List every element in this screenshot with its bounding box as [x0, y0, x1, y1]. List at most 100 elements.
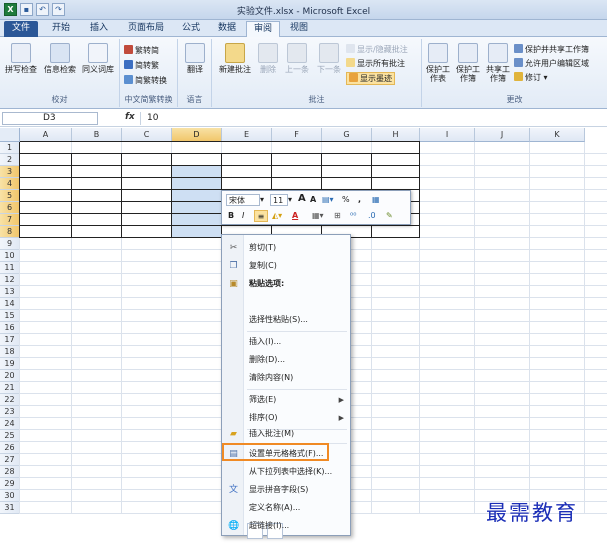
fill-color-icon[interactable]: ◭▾: [272, 210, 282, 222]
tab-page-layout[interactable]: 页面布局: [120, 21, 172, 37]
menu-item-clear[interactable]: 清除内容(N): [222, 369, 350, 387]
row-header-31[interactable]: 31: [0, 502, 20, 514]
chevron-down-icon[interactable]: ▾: [288, 194, 292, 206]
row-header-3[interactable]: 3: [0, 166, 20, 178]
row-header-30[interactable]: 30: [0, 490, 20, 502]
menu-item-hyperlink[interactable]: 🌐 超链接(I)...: [222, 517, 350, 535]
row-header-23[interactable]: 23: [0, 406, 20, 418]
allow-edit-ranges-button[interactable]: 允许用户编辑区域: [514, 58, 589, 69]
show-hide-comment-button[interactable]: 显示/隐藏批注: [346, 44, 408, 55]
column-header-f[interactable]: F: [272, 128, 322, 142]
borders-icon[interactable]: ▦▾: [312, 210, 324, 222]
row-header-13[interactable]: 13: [0, 286, 20, 298]
shrink-font-button[interactable]: A: [310, 194, 316, 206]
new-comment-button[interactable]: 新建批注: [216, 43, 254, 74]
thesaurus-button[interactable]: 同义词库: [80, 43, 116, 74]
column-header-a[interactable]: A: [20, 128, 72, 142]
menu-item-copy[interactable]: ❐ 复制(C): [222, 257, 350, 275]
menu-item-define-name[interactable]: 定义名称(A)...: [222, 499, 350, 517]
column-header-i[interactable]: I: [420, 128, 475, 142]
row-header-28[interactable]: 28: [0, 466, 20, 478]
row-header-26[interactable]: 26: [0, 442, 20, 454]
row-header-18[interactable]: 18: [0, 346, 20, 358]
column-header-d[interactable]: D: [172, 128, 222, 142]
name-box[interactable]: D3: [2, 112, 98, 125]
previous-comment-button[interactable]: 上一条: [282, 43, 312, 74]
spell-check-button[interactable]: 拼写检查: [4, 43, 38, 74]
row-header-4[interactable]: 4: [0, 178, 20, 190]
row-header-19[interactable]: 19: [0, 358, 20, 370]
share-workbook-button[interactable]: 共享工作簿: [484, 43, 512, 83]
row-header-12[interactable]: 12: [0, 274, 20, 286]
font-name-box[interactable]: 宋体: [226, 194, 260, 206]
row-header-25[interactable]: 25: [0, 430, 20, 442]
row-header-24[interactable]: 24: [0, 418, 20, 430]
row-header-20[interactable]: 20: [0, 370, 20, 382]
row-header-9[interactable]: 9: [0, 238, 20, 250]
clear-format-icon[interactable]: ✎: [386, 210, 393, 222]
tab-review[interactable]: 审阅: [246, 21, 280, 37]
percent-button[interactable]: %: [342, 194, 350, 206]
accounting-format-icon[interactable]: ▤▾: [322, 194, 334, 206]
menu-item-paste-special[interactable]: 选择性粘贴(S)...: [222, 311, 350, 329]
chevron-down-icon[interactable]: ▾: [260, 194, 264, 206]
tab-view[interactable]: 视图: [284, 21, 314, 37]
show-all-comments-button[interactable]: 显示所有批注: [346, 58, 405, 69]
row-header-17[interactable]: 17: [0, 334, 20, 346]
column-header-j[interactable]: J: [475, 128, 530, 142]
formula-input[interactable]: 10: [140, 112, 605, 125]
row-header-5[interactable]: 5: [0, 190, 20, 202]
select-all-corner[interactable]: [0, 128, 20, 142]
row-header-29[interactable]: 29: [0, 478, 20, 490]
fx-icon[interactable]: fx: [125, 112, 135, 122]
column-header-k[interactable]: K: [530, 128, 585, 142]
row-header-11[interactable]: 11: [0, 262, 20, 274]
row-header-8[interactable]: 8: [0, 226, 20, 238]
grow-font-button[interactable]: A: [298, 193, 306, 205]
menu-item-phonetic[interactable]: 文显示拼音字段(S): [222, 481, 350, 499]
simp-to-trad-button[interactable]: 简转繁: [124, 60, 159, 71]
row-header-22[interactable]: 22: [0, 394, 20, 406]
protect-workbook-button[interactable]: 保护工作簿: [454, 43, 482, 83]
column-header-h[interactable]: H: [372, 128, 420, 142]
align-center-icon[interactable]: ≡: [254, 210, 268, 222]
tab-insert[interactable]: 插入: [82, 21, 116, 37]
row-header-2[interactable]: 2: [0, 154, 20, 166]
menu-item-pick-list[interactable]: 从下拉列表中选择(K)...: [222, 463, 350, 481]
font-size-box[interactable]: 11: [270, 194, 288, 206]
column-header-c[interactable]: C: [122, 128, 172, 142]
decrease-decimal-icon[interactable]: .0: [368, 210, 376, 222]
italic-button[interactable]: I: [242, 210, 244, 222]
research-button[interactable]: 信息检索: [42, 43, 78, 74]
show-ink-button[interactable]: 显示墨迹: [346, 72, 395, 85]
conversion-button[interactable]: 简繁转换: [124, 75, 167, 86]
menu-item-filter[interactable]: 筛选(E) ▶: [222, 391, 350, 409]
menu-item-insert-comment[interactable]: ▰ 插入批注(M): [222, 425, 350, 443]
row-header-16[interactable]: 16: [0, 322, 20, 334]
tab-file[interactable]: 文件: [4, 21, 38, 37]
row-header-10[interactable]: 10: [0, 250, 20, 262]
protect-sheet-button[interactable]: 保护工作表: [424, 43, 452, 83]
row-header-21[interactable]: 21: [0, 382, 20, 394]
column-header-b[interactable]: B: [72, 128, 122, 142]
row-header-15[interactable]: 15: [0, 310, 20, 322]
bold-button[interactable]: B: [228, 210, 234, 222]
row-header-7[interactable]: 7: [0, 214, 20, 226]
tab-formulas[interactable]: 公式: [176, 21, 206, 37]
column-header-g[interactable]: G: [322, 128, 372, 142]
row-header-6[interactable]: 6: [0, 202, 20, 214]
protect-share-button[interactable]: 保护并共享工作簿: [514, 44, 589, 55]
column-header-e[interactable]: E: [222, 128, 272, 142]
next-comment-button[interactable]: 下一条: [314, 43, 344, 74]
merge-cells-icon[interactable]: ⊞: [334, 210, 341, 222]
row-header-27[interactable]: 27: [0, 454, 20, 466]
menu-item-delete[interactable]: 删除(D)...: [222, 351, 350, 369]
translate-button[interactable]: 翻译: [182, 43, 208, 74]
menu-item-insert[interactable]: 插入(I)...: [222, 333, 350, 351]
row-header-1[interactable]: 1: [0, 142, 20, 154]
increase-decimal-icon[interactable]: ⁰⁰: [350, 210, 356, 222]
tab-data[interactable]: 数据: [212, 21, 242, 37]
trad-to-simp-button[interactable]: 繁转简: [124, 45, 159, 56]
row-header-14[interactable]: 14: [0, 298, 20, 310]
delete-comment-button[interactable]: 删除: [256, 43, 280, 74]
